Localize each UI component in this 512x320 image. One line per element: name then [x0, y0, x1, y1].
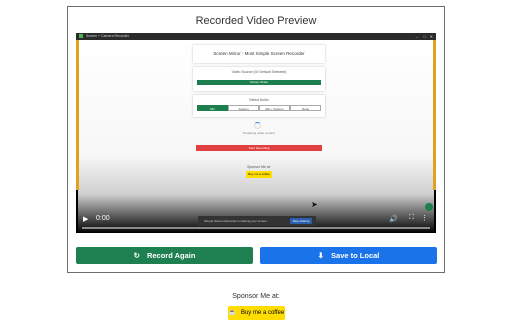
start-recording-button: Start Recording: [196, 145, 322, 151]
record-again-button[interactable]: ↻ Record Again: [76, 247, 253, 264]
more-options-icon[interactable]: ⋮: [421, 214, 428, 222]
audio-option-none: None: [290, 105, 321, 111]
buy-me-a-coffee-button[interactable]: ☕ Buy me a coffee: [228, 306, 285, 320]
refresh-icon: ↻: [133, 251, 140, 260]
inner-sponsor-label: Sponsor Me at:: [247, 165, 271, 169]
maximize-icon: □: [423, 34, 426, 39]
progress-bar[interactable]: [82, 227, 430, 229]
preview-card: Recorded Video Preview Screen + Camera R…: [67, 6, 445, 273]
inner-coffee-badge: Buy me a coffee: [246, 171, 272, 178]
sponsor-label: Sponsor Me at:: [232, 293, 280, 300]
video-source-label: Video Source (Or Default Selected): [231, 70, 287, 74]
volume-icon[interactable]: 🔊: [389, 215, 398, 223]
video-player[interactable]: Screen + Camera Recorder – □ ✕ Screen Mi…: [76, 33, 436, 233]
loading-spinner-icon: [254, 122, 261, 129]
time-display: 0:00: [96, 215, 110, 222]
inner-header: Screen Mirror - Most Simple Screen Recor…: [193, 45, 325, 63]
preview-title: Recorded Video Preview: [195, 15, 317, 27]
preparing-text: Preparing video content: [243, 131, 275, 135]
screen-share-button: Screen Share: [197, 80, 321, 85]
save-to-local-button[interactable]: ⬇ Save to Local: [260, 247, 437, 264]
audio-option-mic-system: Mic + System: [259, 105, 290, 111]
video-controls: ▶ 0:00 🔊 ⛶ ⋮: [76, 209, 436, 233]
recorded-frame: Screen Mirror - Most Simple Screen Recor…: [78, 40, 434, 233]
mouse-cursor-icon: ➤: [311, 200, 318, 209]
inner-title-text: Screen + Camera Recorder: [85, 34, 129, 38]
download-icon: ⬇: [317, 251, 324, 260]
fullscreen-icon[interactable]: ⛶: [409, 214, 414, 222]
frame-edge-left: [76, 40, 79, 190]
frame-edge-right: [433, 40, 436, 190]
video-source-panel: Video Source (Or Default Selected) Scree…: [193, 67, 325, 91]
play-icon[interactable]: ▶: [83, 215, 88, 223]
audio-option-system: System: [228, 105, 259, 111]
app-icon: [79, 34, 83, 39]
save-local-label: Save to Local: [331, 251, 380, 260]
audio-panel: Select Audio Mic System Mic + System Non…: [193, 95, 325, 117]
close-icon: ✕: [429, 34, 433, 39]
record-again-label: Record Again: [146, 251, 196, 260]
select-audio-label: Select Audio: [249, 98, 269, 102]
coffee-label: Buy me a coffee: [240, 310, 285, 316]
inner-titlebar: Screen + Camera Recorder – □ ✕: [76, 33, 436, 40]
minimize-icon: –: [415, 34, 418, 39]
audio-option-mic: Mic: [197, 105, 228, 111]
coffee-cup-icon: ☕: [228, 310, 237, 316]
